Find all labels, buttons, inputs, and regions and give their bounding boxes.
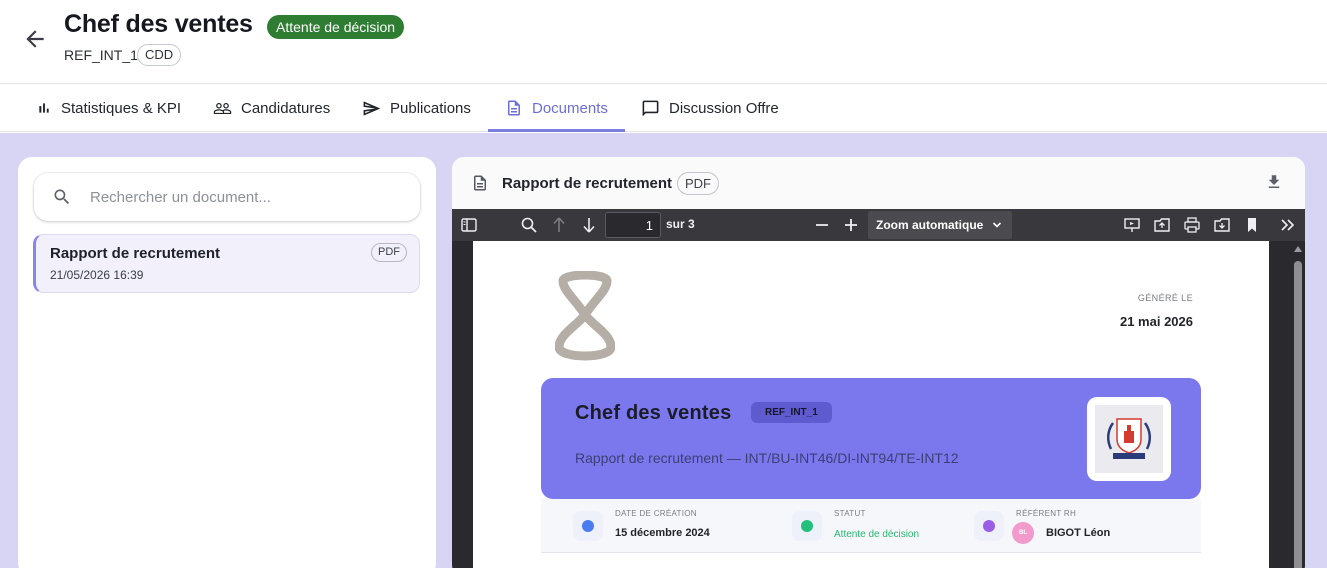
- meta-value: Attente de décision: [834, 529, 920, 540]
- person-dot-icon: [974, 511, 1004, 541]
- generated-date: 21 mai 2026: [1119, 314, 1193, 329]
- zoom-select[interactable]: Zoom automatique: [868, 211, 1012, 239]
- search-input[interactable]: [90, 185, 400, 209]
- print-icon[interactable]: [1183, 216, 1201, 234]
- tab-label: Statistiques & KPI: [61, 99, 182, 117]
- tab-label: Discussion Offre: [669, 99, 779, 117]
- find-icon[interactable]: [520, 216, 538, 234]
- pdf-viewport[interactable]: GÉNÉRÉ LE 21 mai 2026 Chef des ventes RE…: [452, 241, 1305, 568]
- status-badge: Attente de décision: [267, 15, 405, 39]
- avatar: BL: [1012, 522, 1034, 544]
- status-dot-icon: [792, 511, 822, 541]
- contract-type-badge: CDD: [137, 44, 182, 66]
- zoom-out-icon[interactable]: [813, 216, 831, 234]
- document-date: 21/05/2026 16:39: [50, 268, 144, 282]
- document-viewer-panel: Rapport de recrutement PDF sur 3 Zoom au…: [452, 157, 1305, 568]
- banner-subtitle: Rapport de recrutement — INT/BU-INT46/DI…: [575, 450, 959, 466]
- workspace: Rapport de recrutement 21/05/2026 16:39 …: [0, 133, 1327, 568]
- tab-label: Documents: [532, 99, 608, 117]
- zoom-in-icon[interactable]: [842, 216, 860, 234]
- tab-bar: Statistiques & KPI Candidatures Publicat…: [0, 84, 1327, 132]
- document-name: Rapport de recrutement: [50, 245, 221, 262]
- meta-value: 15 décembre 2024: [615, 527, 710, 539]
- company-logo-icon: [555, 271, 615, 361]
- banner-title: Chef des ventes: [575, 402, 732, 424]
- documents-list-panel: Rapport de recrutement 21/05/2026 16:39 …: [18, 157, 436, 568]
- tab-publications[interactable]: Publications: [362, 84, 471, 132]
- zoom-select-value: Zoom automatique: [876, 218, 984, 232]
- tools-menu-icon[interactable]: [1279, 216, 1297, 234]
- document-type-badge: PDF: [371, 243, 407, 262]
- chevron-down-icon: [992, 222, 1002, 228]
- open-file-icon[interactable]: [1153, 216, 1171, 234]
- send-icon: [363, 100, 381, 116]
- page-number-input[interactable]: [605, 212, 661, 238]
- scroll-up-icon[interactable]: [1294, 245, 1302, 253]
- people-icon: [213, 102, 232, 114]
- viewer-header: Rapport de recrutement PDF: [452, 157, 1305, 209]
- report-banner: Chef des ventes REF_INT_1 Rapport de rec…: [541, 378, 1201, 499]
- viewer-document-title: Rapport de recrutement: [502, 175, 673, 192]
- search-box[interactable]: [34, 173, 420, 221]
- chat-icon: [642, 100, 659, 116]
- save-icon[interactable]: [1213, 216, 1231, 234]
- reference-label: REF_INT_1: [64, 47, 138, 63]
- file-icon: [474, 175, 486, 191]
- meta-value: BIGOT Léon: [1046, 527, 1111, 539]
- generated-label: GÉNÉRÉ LE: [1137, 293, 1193, 303]
- meta-label: STATUT: [834, 509, 866, 518]
- meta-label: DATE DE CRÉATION: [615, 509, 697, 518]
- back-arrow-icon[interactable]: [22, 26, 48, 52]
- page-total-label: sur 3: [666, 217, 695, 231]
- meta-label: RÉFÉRENT RH: [1016, 509, 1077, 518]
- bar-chart-icon: [39, 103, 49, 113]
- search-icon: [54, 189, 70, 205]
- report-meta-row: DATE DE CRÉATION 15 décembre 2024 STATUT…: [541, 499, 1201, 553]
- previous-page-icon[interactable]: [550, 216, 568, 234]
- pdf-scrollbar[interactable]: [1290, 241, 1305, 568]
- page-header: Chef des ventes Attente de décision REF_…: [0, 0, 1327, 84]
- calendar-dot-icon: [573, 511, 603, 541]
- document-icon: [508, 100, 520, 116]
- tab-documents[interactable]: Documents: [505, 84, 608, 132]
- tab-candidatures[interactable]: Candidatures: [213, 84, 330, 132]
- scrollbar-thumb[interactable]: [1294, 261, 1302, 568]
- banner-reference-badge: REF_INT_1: [751, 402, 832, 423]
- tab-statistics[interactable]: Statistiques & KPI: [36, 84, 181, 132]
- tab-discussion[interactable]: Discussion Offre: [641, 84, 779, 132]
- page-title: Chef des ventes: [64, 10, 253, 38]
- pdf-toolbar: sur 3 Zoom automatique: [452, 209, 1305, 241]
- presentation-mode-icon[interactable]: [1123, 216, 1141, 234]
- tab-label: Candidatures: [241, 99, 331, 117]
- bookmark-icon[interactable]: [1243, 216, 1261, 234]
- organization-crest-icon: [1087, 397, 1171, 481]
- document-list-item[interactable]: Rapport de recrutement 21/05/2026 16:39 …: [33, 234, 420, 293]
- pdf-page: GÉNÉRÉ LE 21 mai 2026 Chef des ventes RE…: [473, 241, 1269, 568]
- tab-label: Publications: [390, 99, 471, 117]
- sidebar-toggle-icon[interactable]: [460, 216, 478, 234]
- next-page-icon[interactable]: [580, 216, 598, 234]
- active-tab-indicator: [488, 129, 625, 132]
- viewer-type-badge: PDF: [677, 172, 719, 195]
- download-icon[interactable]: [1265, 173, 1283, 191]
